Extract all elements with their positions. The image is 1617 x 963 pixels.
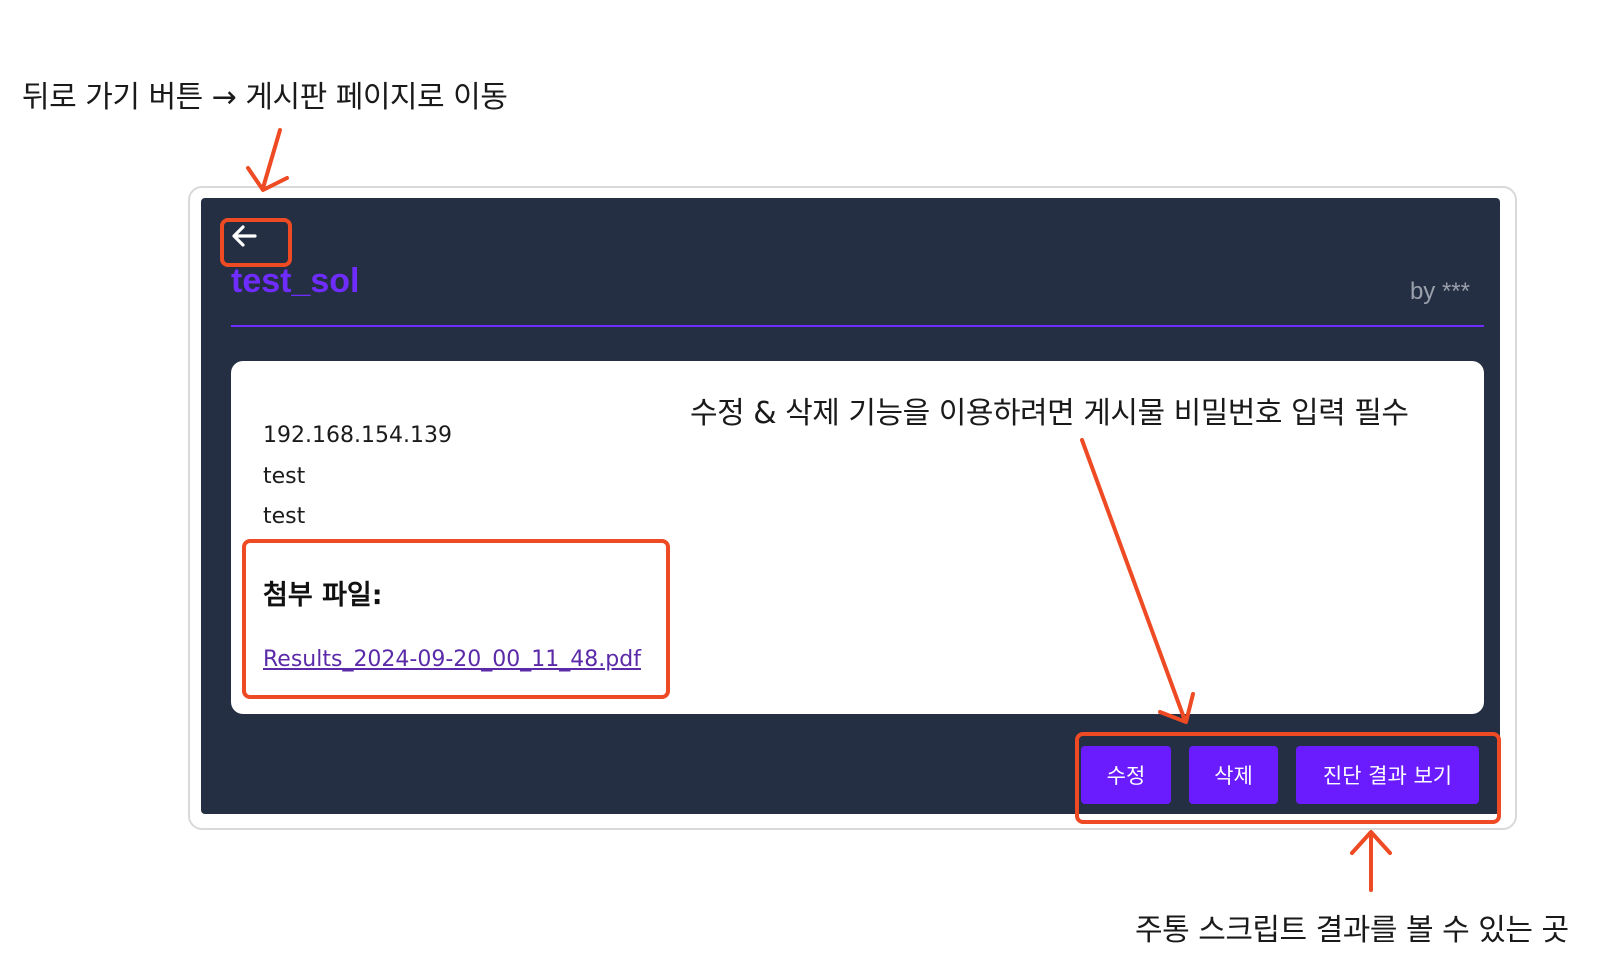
annotation-results-note: 주통 스크립트 결과를 볼 수 있는 곳 <box>1135 913 1569 948</box>
content-line: test <box>263 464 306 489</box>
post-detail-panel: test_sol by *** 192.168.154.139 test tes… <box>201 198 1500 814</box>
attachment-heading: 첨부 파일: <box>263 580 383 611</box>
annotation-back-note: 뒤로 가기 버튼 → 게시판 페이지로 이동 <box>22 80 508 115</box>
view-result-button[interactable]: 진단 결과 보기 <box>1296 746 1479 804</box>
delete-button[interactable]: 삭제 <box>1189 746 1278 804</box>
arrow-to-back-button <box>246 128 289 192</box>
attachment-link[interactable]: Results_2024-09-20_00_11_48.pdf <box>263 647 641 672</box>
annotation-edit-delete-note: 수정 & 삭제 기능을 이용하려면 게시물 비밀번호 입력 필수 <box>690 396 1409 431</box>
title-divider <box>231 325 1484 327</box>
content-line: test <box>263 504 306 529</box>
arrow-to-button-group <box>1350 830 1392 892</box>
post-title: test_sol <box>231 262 360 300</box>
action-button-group: 수정 삭제 진단 결과 보기 <box>1081 746 1479 804</box>
post-author: by *** <box>1409 278 1470 305</box>
arrow-left-icon <box>232 225 257 247</box>
content-line: 192.168.154.139 <box>263 423 452 448</box>
back-button[interactable] <box>225 220 263 252</box>
edit-button[interactable]: 수정 <box>1081 746 1171 804</box>
